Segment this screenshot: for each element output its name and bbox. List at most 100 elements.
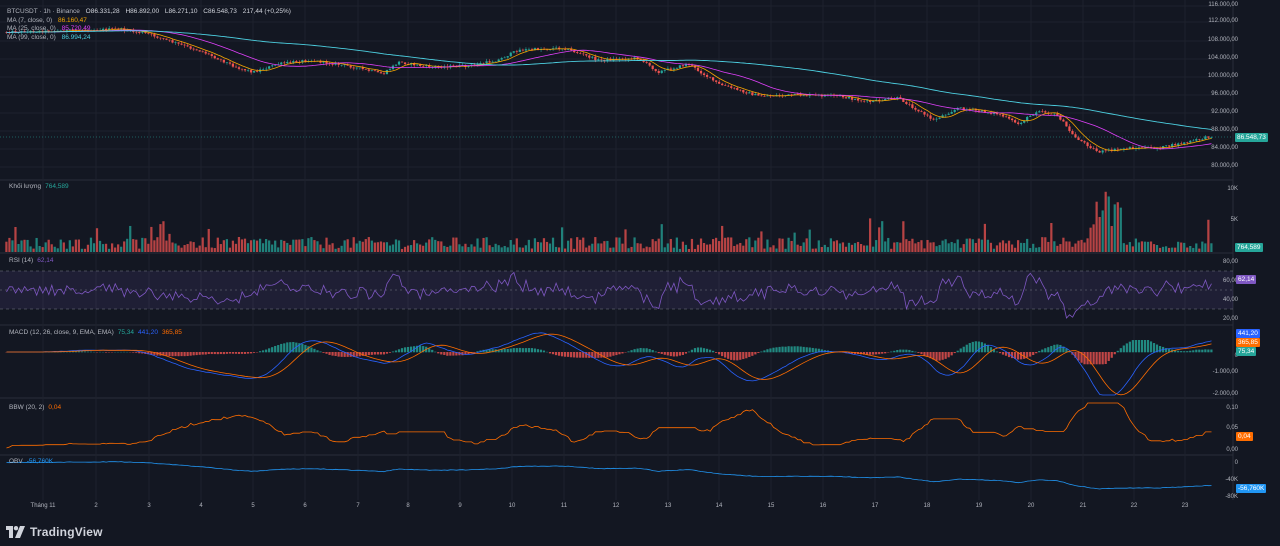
ma25-row[interactable]: MA (25, close, 0) 85.720,49: [7, 25, 295, 34]
candle-body: [980, 110, 983, 112]
chart-canvas[interactable]: [0, 0, 1280, 514]
macd-histogram-bar: [446, 352, 449, 356]
macd-histogram-bar: [542, 350, 546, 353]
macd-histogram-bar: [1189, 350, 1192, 353]
rsi-legend[interactable]: RSI (14) 62,14: [9, 257, 53, 264]
macd-histogram-bar: [721, 352, 724, 357]
volume-bar: [660, 224, 663, 252]
macd-histogram-bar: [316, 350, 319, 353]
volume-bar: [123, 241, 126, 252]
macd-histogram-bar: [331, 352, 334, 356]
volume-bar: [675, 237, 678, 252]
volume-bar: [1104, 191, 1107, 252]
obv-legend[interactable]: OBV -56,760K: [9, 458, 53, 465]
macd-histogram-bar: [177, 352, 180, 357]
volume-bar: [446, 246, 449, 252]
volume-bar: [397, 240, 401, 252]
symbol-label[interactable]: BTCUSDT · 1h · Binance: [7, 8, 80, 15]
macd-histogram-bar: [246, 352, 250, 354]
candle-body: [1050, 113, 1053, 115]
trading-chart-window[interactable]: BTCUSDT · 1h · Binance O86.331,28 H86.89…: [0, 0, 1280, 546]
candle-body: [751, 92, 754, 96]
macd-histogram-bar: [612, 352, 615, 356]
macd-histogram-bar: [1050, 345, 1053, 353]
volume-tag: 764,589: [1235, 243, 1263, 252]
volume-bar: [974, 242, 977, 252]
macd-histogram-bar: [195, 352, 198, 356]
volume-bar: [216, 237, 219, 252]
volume-bar: [1128, 242, 1131, 252]
volume-bar: [358, 240, 361, 252]
volume-bar: [1183, 242, 1186, 252]
candle-body: [509, 52, 512, 57]
volume-bar: [862, 245, 866, 252]
macd-histogram-bar: [262, 350, 265, 353]
macd-histogram-bar: [1125, 343, 1128, 353]
macd-histogram-bar: [778, 346, 781, 353]
volume-bar: [268, 240, 271, 252]
macd-histogram-bar: [171, 352, 174, 357]
candle-body: [648, 62, 651, 66]
rsi-axis-20: 20,00: [1222, 316, 1238, 322]
macd-histogram-bar: [1143, 340, 1147, 353]
candle-body: [397, 61, 401, 65]
volume-legend[interactable]: Khối lượng 764,589: [9, 183, 69, 190]
macd-histogram-bar: [684, 352, 688, 354]
volume-bar: [1053, 241, 1056, 252]
volume-bar: [962, 244, 965, 252]
candle-body: [866, 100, 869, 102]
macd-histogram-bar: [518, 347, 521, 353]
macd-axis-0: 0: [1234, 353, 1238, 359]
volume-bar: [361, 241, 364, 252]
volume-bar: [642, 248, 645, 252]
volume-bar: [509, 239, 512, 252]
volume-bar: [995, 245, 999, 252]
candle-body: [944, 114, 947, 116]
ma7-row[interactable]: MA (7, close, 0) 86.160,47: [7, 17, 295, 26]
volume-bar: [1062, 237, 1065, 252]
volume-bar: [231, 240, 235, 252]
macd-legend[interactable]: MACD (12, 26, close, 9, EMA, EMA) 75,34 44…: [9, 329, 182, 336]
macd-histogram-bar: [742, 352, 745, 360]
volume-bar: [911, 238, 914, 252]
tradingview-logo[interactable]: TradingView: [6, 525, 103, 539]
volume-bar: [669, 238, 672, 252]
volume-bar: [1146, 241, 1150, 252]
time-axis-label: 6: [303, 503, 307, 509]
macd-histogram-bar: [881, 352, 884, 354]
candle-body: [262, 69, 265, 70]
bbw-legend[interactable]: BBW (20, 2) 0,04: [9, 404, 61, 411]
candle-body: [473, 64, 476, 66]
candle-body: [304, 60, 307, 62]
macd-histogram-bar: [968, 343, 971, 353]
volume-bar: [74, 239, 77, 252]
volume-bar: [778, 238, 781, 252]
volume-bar: [820, 247, 823, 252]
volume-bar: [379, 241, 382, 252]
price-axis-label: 80.000,00: [1211, 163, 1238, 169]
volume-bar: [1047, 241, 1050, 252]
candle-body: [1104, 150, 1107, 152]
candle-body: [219, 59, 222, 61]
candle-body: [718, 81, 721, 84]
macd-histogram-bar: [567, 352, 570, 357]
macd-histogram-bar: [334, 352, 337, 357]
volume-bar: [1050, 222, 1053, 252]
volume-bar: [1143, 241, 1147, 252]
candle-body: [204, 51, 207, 54]
macd-histogram-bar: [289, 342, 292, 353]
candle-body: [576, 52, 579, 54]
candle-body: [355, 67, 358, 69]
candle-body: [255, 71, 259, 72]
macd-histogram-bar: [379, 352, 382, 355]
candle-body: [283, 62, 286, 64]
ma99-row[interactable]: MA (99, close, 0) 86.994,24: [7, 34, 295, 43]
macd-histogram-bar: [274, 345, 277, 353]
macd-histogram-bar: [781, 346, 784, 353]
macd-histogram-bar: [512, 348, 515, 353]
candle-body: [243, 69, 247, 71]
macd-histogram-bar: [639, 347, 642, 353]
volume-bar: [1029, 248, 1032, 252]
volume-bar: [165, 240, 168, 252]
macd-histogram-bar: [702, 348, 706, 353]
